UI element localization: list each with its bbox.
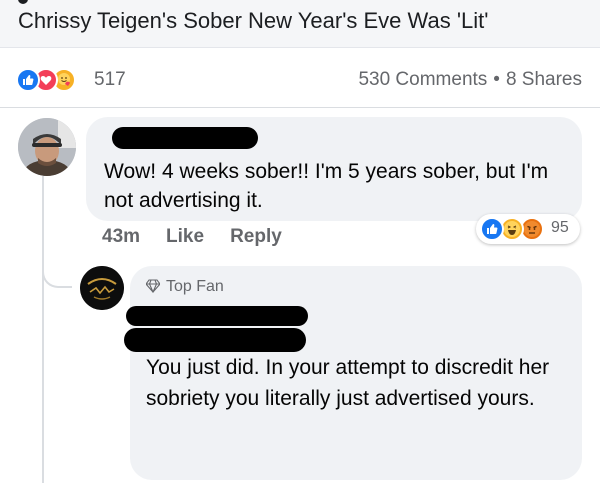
top-fan-badge: Top Fan [145,278,224,296]
avatar[interactable] [18,118,76,176]
redacted-author-name [112,127,258,149]
redacted-author-name [124,328,306,352]
comment-bubble[interactable]: Wow! 4 weeks sober!! I'm 5 years sober, … [86,117,582,221]
reaction-icons[interactable] [16,68,92,92]
logo-avatar-icon [80,266,124,310]
reaction-count[interactable]: 517 [94,69,126,91]
reactions-summary: 517 530 Comments • 8 Shares [0,48,600,108]
reply-bubble[interactable]: Top Fan You just did. In your attempt to… [124,266,582,480]
post-title[interactable]: Chrissy Teigen's Sober New Year's Eve Wa… [18,8,488,34]
shares-count-link[interactable]: 8 Shares [506,69,582,90]
diamond-icon [145,279,161,294]
comment-timestamp[interactable]: 43m [102,226,140,247]
redacted-author-name [126,306,308,326]
reply-text: You just did. In your attempt to discred… [146,356,550,410]
profile-photo-icon [18,118,76,176]
like-icon [16,68,40,92]
top-fan-label: Top Fan [166,278,224,295]
like-link[interactable]: Like [166,226,204,247]
reaction-count: 95 [551,219,569,236]
comment-actions: 43m Like Reply [102,226,308,248]
thread-connector [42,258,72,288]
separator-dot: • [493,69,500,90]
comments-shares: 530 Comments • 8 Shares [358,69,582,91]
post-header: Chrissy Teigen's Sober New Year's Eve Wa… [0,0,600,48]
comments-count-link[interactable]: 530 Comments [358,69,487,90]
reply-link[interactable]: Reply [230,226,282,247]
like-icon [480,217,504,241]
comment-reactions-badge[interactable]: 95 [476,214,580,244]
comment-text: Wow! 4 weeks sober!! I'm 5 years sober, … [104,160,549,212]
thread-line [42,176,44,483]
avatar[interactable] [80,266,124,310]
cropped-mark [18,0,28,4]
